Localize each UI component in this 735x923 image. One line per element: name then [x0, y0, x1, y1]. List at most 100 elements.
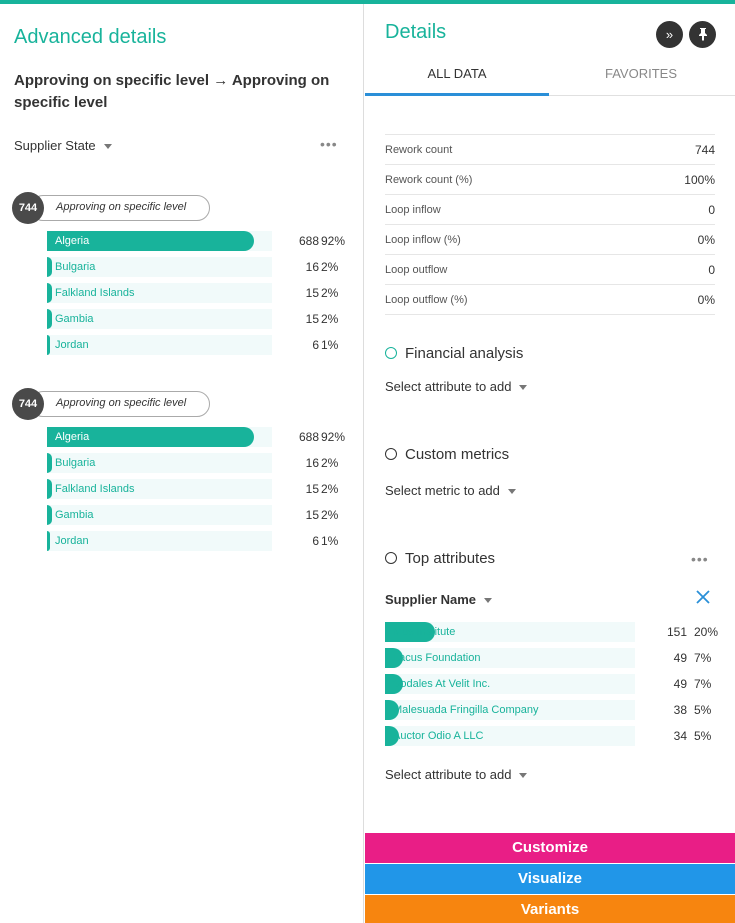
supplier-row[interactable]: Sodales At Velit Inc. 49 7% [385, 672, 715, 698]
bar-fill [47, 309, 52, 329]
radio-circle-icon [385, 448, 397, 460]
activity-group: 744 Approving on specific level Algeria 6… [12, 388, 352, 555]
close-icon[interactable] [695, 589, 711, 609]
bar-percent: 5% [694, 703, 712, 717]
bar-track: Algeria [47, 427, 272, 447]
bar-label: Lacus Foundation [393, 652, 481, 664]
activity-header: 744 Approving on specific level [12, 388, 352, 420]
bar-percent: 2% [321, 312, 339, 326]
bar-label: Gambia [55, 509, 94, 521]
select-attribute-dropdown[interactable]: Select attribute to add [385, 379, 528, 394]
metric-row: Loop outflow (%) 0% [385, 285, 715, 315]
bar-label: Falkland Islands [55, 287, 135, 299]
bar-track: Auctor Odio A LLC [385, 726, 635, 746]
bar-percent: 1% [321, 534, 339, 548]
bar-label: Jordan [55, 535, 89, 547]
metric-row: Rework count 744 [385, 135, 715, 165]
bar-fill [47, 453, 52, 473]
bar-count: 151 [666, 625, 687, 639]
bar-fill [47, 283, 52, 303]
attribute-value-row[interactable]: Gambia 15 2% [12, 503, 352, 529]
details-panel: Details » ALL DATA FAVORITES Rework coun… [365, 4, 735, 923]
advanced-details-panel: Advanced details Approving on specific l… [0, 4, 364, 923]
bar-percent: 7% [694, 651, 712, 665]
metric-label: Rework count [385, 144, 453, 156]
attribute-value-row[interactable]: Jordan 6 1% [12, 529, 352, 555]
supplier-row[interactable]: Mus Institute 151 20% [385, 620, 719, 646]
pin-icon[interactable] [689, 21, 716, 48]
caret-down-icon [103, 144, 112, 150]
attribute-value-row[interactable]: Jordan 6 1% [12, 333, 352, 359]
attribute-value-row[interactable]: Falkland Islands 15 2% [12, 477, 352, 503]
bar-track: Lacus Foundation [385, 648, 635, 668]
supplier-name-dropdown[interactable]: Supplier Name [385, 592, 493, 607]
bar-percent: 20% [694, 625, 719, 639]
financial-analysis-section[interactable]: Financial analysis [385, 345, 523, 362]
bar-fill [47, 531, 50, 551]
attribute-value-row[interactable]: Algeria 688 92% [12, 229, 352, 255]
bar-fill [47, 335, 50, 355]
bar-count: 15 [305, 286, 319, 300]
tab-favorites[interactable]: FAVORITES [549, 66, 733, 81]
supplier-row[interactable]: Malesuada Fringilla Company 38 5% [385, 698, 715, 724]
dropdown-label: Supplier Name [385, 592, 477, 607]
bar-track: Gambia [47, 505, 272, 525]
metrics-table: Rework count 744 Rework count (%) 100% Loop … [385, 134, 715, 315]
supplier-row[interactable]: Auctor Odio A LLC 34 5% [385, 724, 715, 750]
metric-label: Rework count (%) [385, 174, 473, 186]
variants-button[interactable]: Variants [365, 895, 735, 923]
select-label: Select metric to add [385, 483, 500, 498]
custom-metrics-section[interactable]: Custom metrics [385, 446, 509, 463]
dropdown-label: Supplier State [14, 138, 96, 153]
more-dots-icon[interactable]: ••• [320, 136, 338, 152]
metric-value: 0% [697, 233, 715, 247]
select-metric-dropdown[interactable]: Select metric to add [385, 483, 516, 498]
visualize-button[interactable]: Visualize [365, 864, 735, 894]
bar-count: 34 [673, 729, 687, 743]
details-title: Details [385, 21, 447, 43]
bar-label: Auctor Odio A LLC [393, 730, 484, 742]
bar-count: 15 [305, 508, 319, 522]
bar-track: Bulgaria [47, 257, 272, 277]
tab-all-data[interactable]: ALL DATA [365, 66, 549, 81]
bar-percent: 1% [321, 338, 339, 352]
bar-track: Algeria [47, 231, 272, 251]
supplier-row[interactable]: Lacus Foundation 49 7% [385, 646, 715, 672]
bar-percent: 92% [321, 430, 346, 444]
bar-count: 15 [305, 482, 319, 496]
metric-value: 0 [708, 263, 715, 277]
activity-group: 744 Approving on specific level Algeria 6… [12, 192, 352, 359]
top-attributes-section[interactable]: Top attributes [385, 550, 495, 567]
bar-percent: 2% [321, 508, 339, 522]
bar-count: 49 [673, 651, 687, 665]
bar-track: Falkland Islands [47, 283, 272, 303]
activity-pill: Approving on specific level [30, 391, 210, 417]
customize-button[interactable]: Customize [365, 833, 735, 863]
transition-heading: Approving on specific level → Approving … [14, 72, 330, 111]
details-tabs: ALL DATA FAVORITES [365, 56, 735, 96]
bar-count: 688 [298, 234, 319, 248]
attribute-value-row[interactable]: Gambia 15 2% [12, 307, 352, 333]
metric-value: 744 [694, 143, 715, 157]
active-tab-indicator [365, 93, 549, 96]
metric-row: Loop inflow 0 [385, 195, 715, 225]
bar-percent: 2% [321, 456, 339, 470]
bar-label: Bulgaria [55, 457, 96, 469]
section-title: Top attributes [405, 550, 496, 567]
attribute-dropdown[interactable]: Supplier State [14, 138, 112, 153]
bar-track: Gambia [47, 309, 272, 329]
section-title: Custom metrics [405, 446, 510, 463]
select-attribute-dropdown[interactable]: Select attribute to add [385, 767, 528, 782]
bar-label: Algeria [55, 431, 90, 443]
bar-label: Bulgaria [55, 261, 96, 273]
attribute-value-row[interactable]: Bulgaria 16 2% [12, 451, 352, 477]
bar-count: 688 [298, 430, 319, 444]
double-chevron-right-icon[interactable]: » [656, 21, 683, 48]
bar-percent: 7% [694, 677, 712, 691]
more-dots-icon[interactable]: ••• [691, 551, 709, 567]
attribute-value-row[interactable]: Falkland Islands 15 2% [12, 281, 352, 307]
bar-count: 49 [673, 677, 687, 691]
attribute-value-row[interactable]: Algeria 688 92% [12, 425, 352, 451]
caret-down-icon [507, 489, 516, 495]
attribute-value-row[interactable]: Bulgaria 16 2% [12, 255, 352, 281]
